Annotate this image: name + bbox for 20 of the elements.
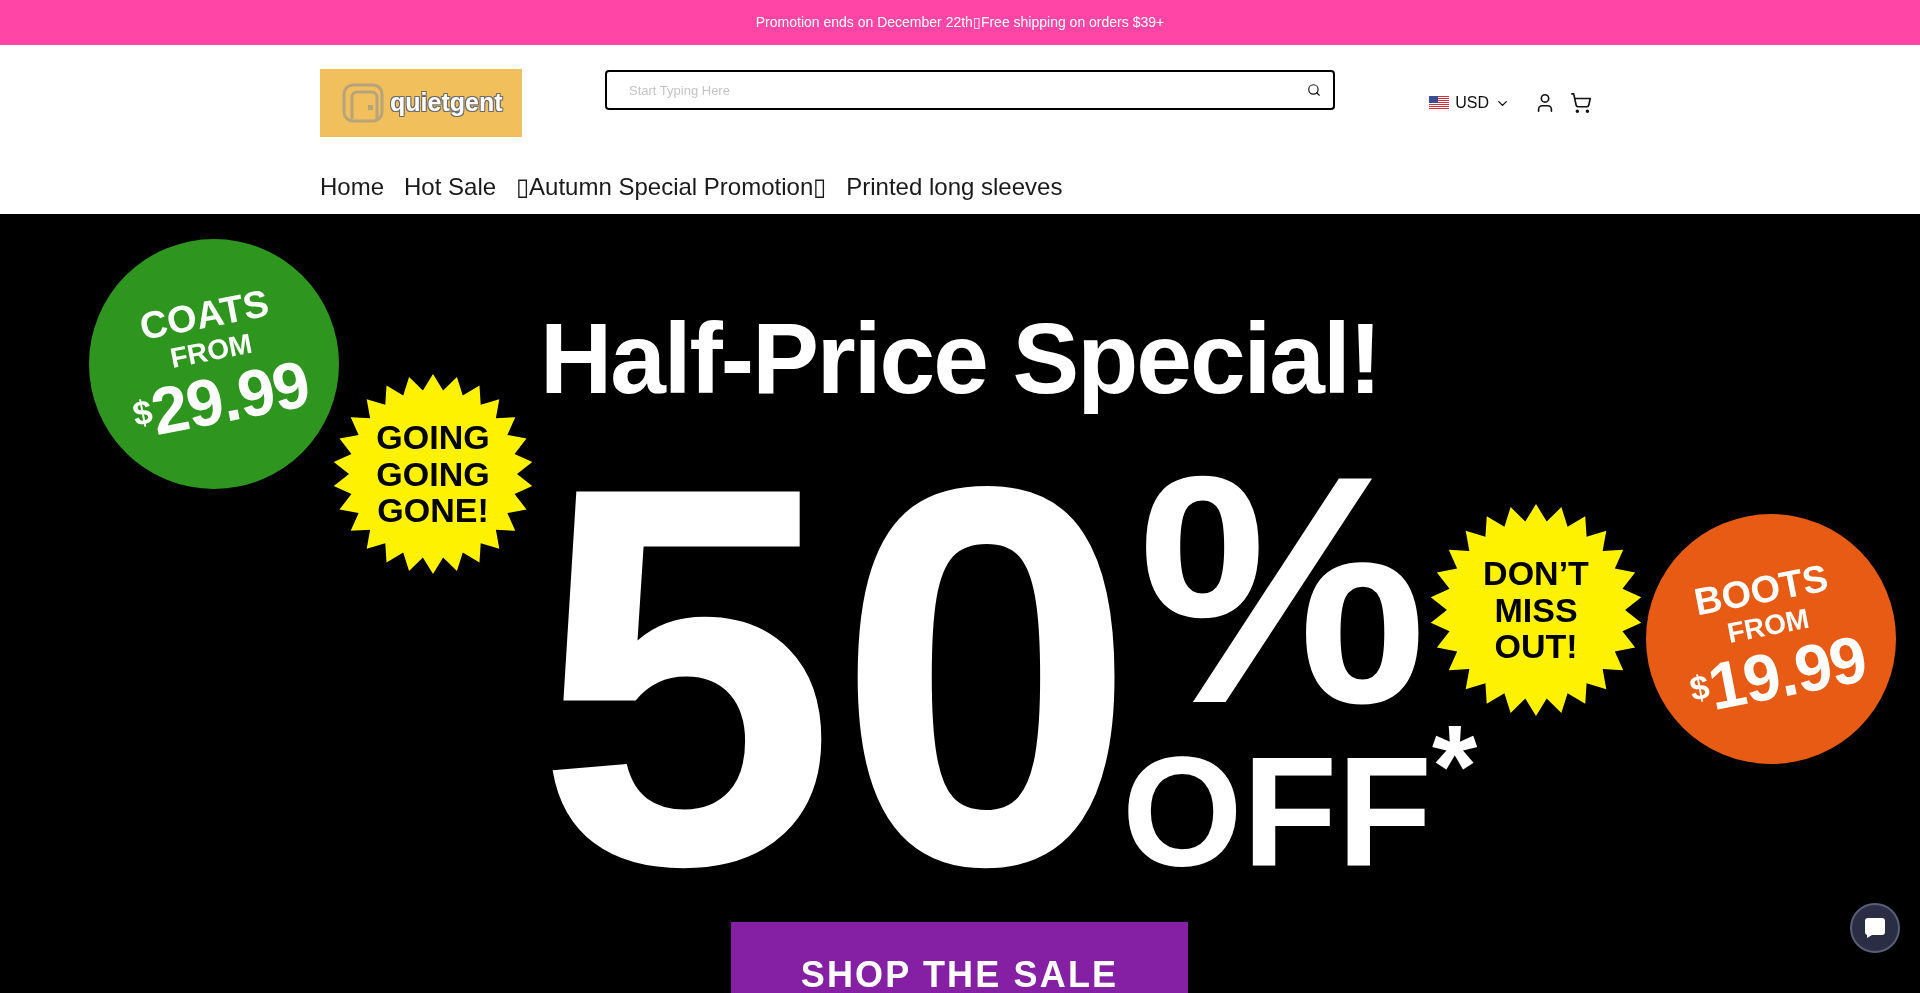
- nav-link[interactable]: Home: [320, 169, 385, 205]
- currency-selector[interactable]: USD: [1429, 91, 1510, 115]
- search-icon[interactable]: [1307, 83, 1321, 97]
- shop-sale-button[interactable]: SHOP THE SALE: [731, 922, 1188, 993]
- nav-link[interactable]: Printed long sleeves: [846, 169, 1063, 205]
- banner-headline: Half-Price Special!: [539, 301, 1381, 416]
- percent-sign: %: [1138, 463, 1427, 717]
- chat-button[interactable]: [1850, 903, 1900, 953]
- starburst-badge: DON’T MISS OUT!: [1430, 504, 1642, 716]
- search-field[interactable]: Start Typing Here: [605, 70, 1335, 110]
- us-flag-icon: [1429, 96, 1450, 110]
- starburst-badge: GOING GOING GONE!: [333, 374, 533, 574]
- announcement-text: Promotion ends on December 22th▯Free shipping on orders $39+: [755, 13, 1165, 32]
- nav-link[interactable]: Hot Sale: [404, 169, 497, 205]
- cart-icon: [1570, 92, 1592, 114]
- logo-text: quietgent: [390, 87, 503, 119]
- logo-mark-icon: [342, 83, 384, 123]
- chat-icon: [1864, 917, 1886, 939]
- nav-link[interactable]: ▯Autumn Special Promotion▯: [516, 169, 827, 205]
- cart-button[interactable]: [1570, 92, 1592, 114]
